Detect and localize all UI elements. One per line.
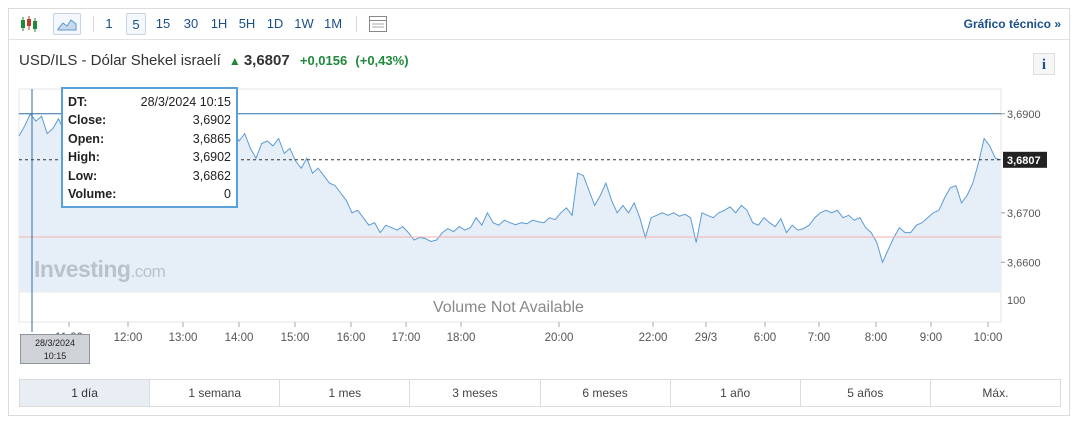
- y-tick-label: 3,6900: [1007, 109, 1041, 121]
- tooltip-row-close: Close: 3,6902: [68, 113, 231, 128]
- x-tick-label: 15:00: [281, 332, 310, 344]
- range-1-week[interactable]: 1 semana: [150, 380, 281, 406]
- x-tick-label: 13:00: [169, 332, 198, 344]
- x-tick-label: 9:00: [920, 332, 942, 344]
- range-1-day[interactable]: 1 día: [20, 380, 151, 406]
- x-tick-label: 20:00: [545, 332, 574, 344]
- range-1-year[interactable]: 1 año: [671, 380, 801, 406]
- range-selector: 1 día 1 semana 1 mes 3 meses 6 meses 1 a…: [19, 379, 1061, 407]
- investing-watermark: Investing.com: [34, 256, 166, 282]
- x-tick-label: 12:00: [114, 332, 143, 344]
- ohlc-tooltip: DT: 28/3/2024 10:15 Close: 3,6902 Open: 3,6…: [61, 87, 238, 208]
- tooltip-row-high: High: 3,6902: [68, 150, 231, 165]
- range-5-years[interactable]: 5 años: [801, 380, 931, 406]
- last-price-badge-label: 3,6807: [1007, 155, 1041, 167]
- x-tick-label: 14:00: [225, 332, 254, 344]
- x-tick-label: 8:00: [865, 332, 887, 344]
- x-tick-label: 29/3: [695, 332, 717, 344]
- y-tick-label: 3,6600: [1007, 257, 1041, 269]
- crosshair-date-label: 28/3/2024 10:15: [20, 334, 90, 364]
- tooltip-row-open: Open: 3,6865: [68, 131, 231, 146]
- range-max[interactable]: Máx.: [931, 380, 1060, 406]
- volume-not-available-note: Volume Not Available: [433, 299, 584, 316]
- x-tick-label: 16:00: [337, 332, 366, 344]
- x-tick-label: 22:00: [639, 332, 668, 344]
- tooltip-row-volume: Volume: 0: [68, 186, 231, 201]
- range-1-month[interactable]: 1 mes: [280, 380, 411, 406]
- x-tick-label: 17:00: [392, 332, 421, 344]
- x-tick-label: 6:00: [754, 332, 776, 344]
- y-tick-label: 3,6700: [1007, 208, 1041, 220]
- x-tick-label: 10:00: [974, 332, 1003, 344]
- volume-tick-label: 100: [1007, 295, 1025, 307]
- x-tick-label: 7:00: [808, 332, 830, 344]
- tooltip-row-low: Low: 3,6862: [68, 168, 231, 183]
- tooltip-row-dt: DT: 28/3/2024 10:15: [68, 95, 231, 109]
- chart-widget: 1 5 15 30 1H 5H 1D 1W 1M Gráfico técnico…: [8, 8, 1070, 416]
- range-6-months[interactable]: 6 meses: [541, 380, 671, 406]
- x-tick-label: 18:00: [447, 332, 476, 344]
- range-3-months[interactable]: 3 meses: [410, 380, 541, 406]
